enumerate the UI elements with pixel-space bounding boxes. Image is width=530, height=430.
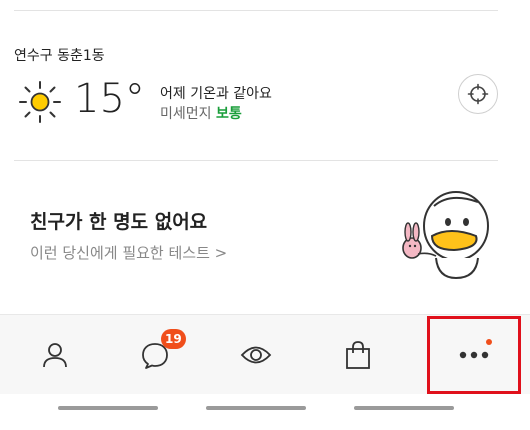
top-divider bbox=[14, 10, 498, 11]
more-dots-icon bbox=[459, 351, 489, 359]
tab-shopping[interactable] bbox=[318, 315, 398, 395]
duck-character-illustration bbox=[402, 191, 489, 280]
dust-label: 미세먼지 bbox=[160, 106, 212, 122]
location-button[interactable] bbox=[458, 74, 498, 114]
weather-info: 어제 기온과 같아요 미세먼지 보통 bbox=[160, 84, 272, 124]
tab-friends[interactable] bbox=[15, 315, 95, 395]
tab-chats[interactable]: 19 bbox=[115, 315, 195, 395]
person-icon bbox=[43, 343, 67, 368]
bottom-tab-bar: 19 bbox=[0, 314, 530, 394]
weather-comparison: 어제 기온과 같아요 bbox=[160, 86, 272, 102]
tab-more[interactable] bbox=[434, 315, 514, 395]
chat-unread-badge: 19 bbox=[161, 329, 186, 349]
handle-center bbox=[206, 406, 306, 410]
dust-info: 미세먼지 보통 bbox=[160, 104, 272, 124]
weather-widget[interactable]: 15° 어제 기온과 같아요 미세먼지 보통 bbox=[18, 76, 518, 128]
bottom-handle-strip bbox=[0, 394, 530, 430]
friends-empty-title: 친구가 한 명도 없어요 bbox=[30, 211, 208, 233]
tab-view[interactable] bbox=[216, 315, 296, 395]
weather-location: 연수구 동춘1동 bbox=[14, 48, 105, 64]
dust-status: 보통 bbox=[215, 106, 242, 122]
eye-view-icon bbox=[240, 346, 272, 364]
handle-left bbox=[58, 406, 158, 410]
temperature: 15° bbox=[74, 76, 145, 122]
handle-right bbox=[354, 406, 454, 410]
crosshair-icon bbox=[467, 83, 489, 105]
friends-test-link[interactable]: 이런 당신에게 필요한 테스트 > bbox=[30, 242, 227, 263]
sun-icon bbox=[19, 81, 61, 123]
new-notification-dot bbox=[486, 339, 492, 345]
shopping-bag-icon bbox=[346, 341, 370, 369]
section-divider bbox=[14, 160, 498, 161]
